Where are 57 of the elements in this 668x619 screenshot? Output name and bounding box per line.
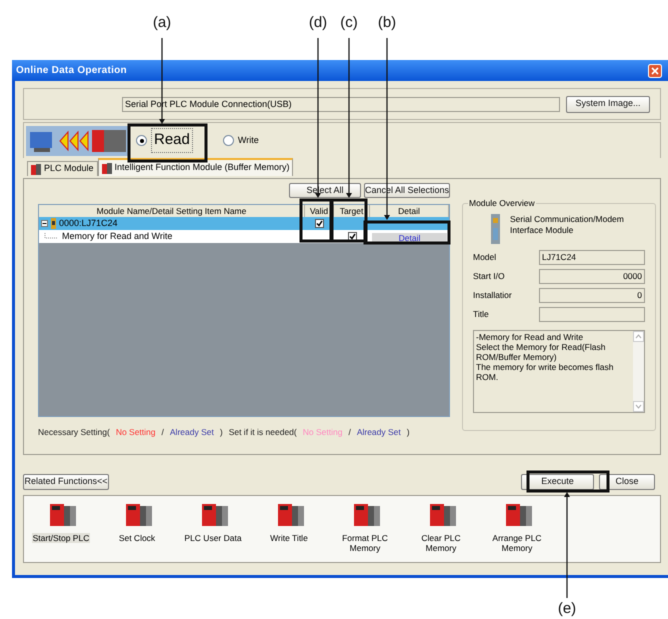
module-icon bbox=[31, 164, 41, 174]
module-description: Serial Communication/Modem Interface Module bbox=[510, 214, 625, 236]
callout-label: (b) bbox=[378, 14, 396, 32]
module-name: 0000:LJ71C24 bbox=[59, 216, 118, 230]
legend-text: Necessary Setting( bbox=[38, 426, 110, 439]
callout-frame bbox=[300, 198, 332, 242]
description-text: The memory for write becomes flash ROM. bbox=[476, 362, 614, 382]
legend-text: / bbox=[162, 426, 164, 439]
function-item[interactable]: Format PLC Memory bbox=[330, 502, 400, 553]
write-radio[interactable]: Write bbox=[222, 134, 259, 148]
field-label: Start I/O bbox=[473, 270, 505, 283]
related-functions-button[interactable]: Related Functions<< bbox=[23, 474, 109, 490]
module-icon bbox=[51, 218, 56, 229]
window-title: Online Data Operation bbox=[16, 64, 127, 78]
table-row[interactable]: 0000:LJ71C24 bbox=[39, 217, 449, 230]
callout-label: (a) bbox=[152, 14, 172, 32]
readonly-field: 0000 bbox=[539, 269, 645, 284]
tab[interactable]: PLC Module bbox=[27, 161, 98, 176]
function-item[interactable]: PLC User Data bbox=[178, 502, 248, 543]
function-item[interactable]: Start/Stop PLC bbox=[26, 502, 96, 543]
readonly-field: LJ71C24 bbox=[539, 250, 645, 265]
tab[interactable]: Intelligent Function Module (Buffer Memory) bbox=[98, 158, 294, 176]
function-item[interactable]: Arrange PLC Memory bbox=[482, 502, 552, 553]
function-item[interactable]: Clear PLC Memory bbox=[406, 502, 476, 553]
description-text: Select the Memory for Read(Flash ROM/Buffer Memory) bbox=[476, 342, 606, 362]
legend-text: / bbox=[348, 426, 351, 439]
callout-label: (d) bbox=[308, 14, 328, 32]
module-icon bbox=[491, 214, 500, 244]
execute-button[interactable]: Execute bbox=[521, 474, 594, 490]
legend-text: ) bbox=[220, 426, 223, 439]
function-item[interactable]: Write Title bbox=[254, 502, 324, 543]
legend-text: No Setting bbox=[302, 426, 342, 439]
field-label: Model bbox=[473, 251, 496, 264]
description-text: -Memory for Read and Write bbox=[476, 332, 584, 342]
checkbox[interactable] bbox=[315, 219, 324, 228]
expander-icon[interactable] bbox=[41, 220, 48, 227]
legend-text: ) bbox=[406, 426, 410, 439]
table-row[interactable]: Memory for Read and Write Detail bbox=[39, 230, 449, 243]
legend-text: Already Set bbox=[356, 426, 401, 439]
field-label: Installatior bbox=[473, 289, 512, 302]
close-icon bbox=[648, 64, 662, 78]
group-title: Module Overview bbox=[468, 198, 536, 208]
legend-text: No Setting bbox=[116, 426, 156, 439]
tree-line-icon bbox=[44, 232, 58, 240]
callout-label: (c) bbox=[340, 14, 358, 32]
module-icon bbox=[102, 162, 112, 174]
field-label: Title bbox=[473, 308, 489, 321]
readonly-field: 0 bbox=[539, 288, 645, 303]
legend-text: Already Set bbox=[170, 426, 214, 439]
close-button[interactable]: Close bbox=[599, 474, 655, 490]
scrollbar-icon bbox=[633, 331, 644, 412]
setting-item-name: Memory for Read and Write bbox=[62, 230, 172, 243]
legend-text: Set if it is needed( bbox=[228, 426, 297, 439]
pc-to-plc-icon bbox=[26, 126, 128, 156]
function-item[interactable]: Set Clock bbox=[102, 502, 172, 543]
callout-label: (e) bbox=[558, 600, 576, 618]
system-image-button[interactable]: System Image... bbox=[566, 96, 650, 112]
